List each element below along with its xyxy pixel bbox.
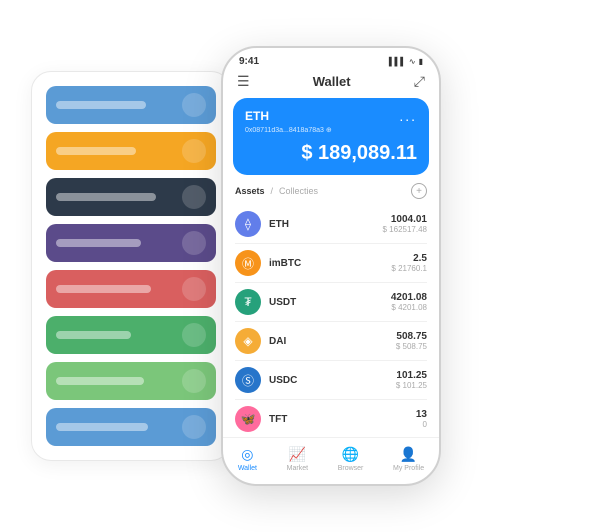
app-header: ☰ Wallet ⤢ <box>223 69 439 98</box>
assets-header: Assets / Collecties + <box>223 183 439 205</box>
card-item-icon <box>182 369 206 393</box>
nav-my-profile-icon: 👤 <box>400 446 417 463</box>
asset-icon: Ⓜ <box>235 250 261 276</box>
asset-list-item[interactable]: Ⓢ USDC101.25$ 101.25 <box>235 361 427 400</box>
asset-amounts: 101.25$ 101.25 <box>396 370 427 390</box>
assets-tabs: Assets / Collecties <box>235 186 318 196</box>
card-item-icon <box>182 323 206 347</box>
asset-amount-main: 2.5 <box>391 253 427 264</box>
asset-amounts: 4201.08$ 4201.08 <box>391 292 427 312</box>
wifi-icon: ∿ <box>409 57 416 66</box>
asset-amount-usd: $ 508.75 <box>396 342 427 351</box>
card-item <box>46 270 216 308</box>
eth-card-title: ETH <box>245 109 269 123</box>
asset-amount-usd: 0 <box>416 420 427 429</box>
asset-name: DAI <box>269 336 396 347</box>
asset-amount-main: 101.25 <box>396 370 427 381</box>
asset-name: TFT <box>269 414 416 425</box>
asset-amount-main: 508.75 <box>396 331 427 342</box>
card-item-text <box>56 193 156 201</box>
eth-card-more[interactable]: ... <box>399 108 417 124</box>
signal-icon: ▌▌▌ <box>389 57 406 66</box>
asset-name: USDC <box>269 375 396 386</box>
card-stack <box>31 71 231 461</box>
expand-icon[interactable]: ⤢ <box>414 73 425 90</box>
card-item-icon <box>182 277 206 301</box>
nav-item-wallet[interactable]: ◎ Wallet <box>238 446 257 472</box>
asset-icon: ◈ <box>235 328 261 354</box>
card-item <box>46 132 216 170</box>
bottom-nav: ◎ Wallet 📈 Market 🌐 Browser 👤 My Profile <box>223 437 439 484</box>
asset-name: ETH <box>269 219 383 230</box>
nav-market-icon: 📈 <box>289 446 306 463</box>
card-item-icon <box>182 93 206 117</box>
card-item <box>46 408 216 446</box>
nav-browser-icon: 🌐 <box>342 446 359 463</box>
asset-amounts: 130 <box>416 409 427 429</box>
asset-list-item[interactable]: ◈ DAI508.75$ 508.75 <box>235 322 427 361</box>
asset-list-item[interactable]: 🦋 TFT130 <box>235 400 427 437</box>
nav-market-label: Market <box>287 465 308 472</box>
card-item-icon <box>182 231 206 255</box>
eth-balance: $ 189,089.11 <box>245 142 417 165</box>
asset-amount-usd: $ 162517.48 <box>383 225 428 234</box>
nav-wallet-icon: ◎ <box>241 446 253 463</box>
tab-divider: / <box>271 186 274 196</box>
status-icons: ▌▌▌ ∿ ▮ <box>389 57 423 66</box>
asset-icon: ⟠ <box>235 211 261 237</box>
asset-amount-usd: $ 21760.1 <box>391 264 427 273</box>
card-item-icon <box>182 185 206 209</box>
asset-list-item[interactable]: ₮ USDT4201.08$ 4201.08 <box>235 283 427 322</box>
nav-wallet-label: Wallet <box>238 465 257 472</box>
battery-icon: ▮ <box>419 57 423 66</box>
menu-icon[interactable]: ☰ <box>237 73 250 90</box>
add-asset-button[interactable]: + <box>411 183 427 199</box>
asset-icon: Ⓢ <box>235 367 261 393</box>
eth-address: 0x08711d3a...8418a78a3 ⊕ <box>245 126 417 134</box>
asset-list-item[interactable]: ⟠ ETH1004.01$ 162517.48 <box>235 205 427 244</box>
asset-icon: ₮ <box>235 289 261 315</box>
nav-item-browser[interactable]: 🌐 Browser <box>338 446 364 472</box>
card-item-icon <box>182 415 206 439</box>
card-item-text <box>56 147 136 155</box>
card-item-text <box>56 101 146 109</box>
asset-icon: 🦋 <box>235 406 261 432</box>
asset-amounts: 2.5$ 21760.1 <box>391 253 427 273</box>
card-item-text <box>56 285 151 293</box>
nav-item-market[interactable]: 📈 Market <box>287 446 308 472</box>
asset-amounts: 508.75$ 508.75 <box>396 331 427 351</box>
asset-list-item[interactable]: ⓂimBTC2.5$ 21760.1 <box>235 244 427 283</box>
asset-name: imBTC <box>269 258 391 269</box>
card-item-icon <box>182 139 206 163</box>
asset-amount-main: 13 <box>416 409 427 420</box>
status-bar: 9:41 ▌▌▌ ∿ ▮ <box>223 48 439 69</box>
asset-amount-usd: $ 4201.08 <box>391 303 427 312</box>
card-item-text <box>56 377 144 385</box>
asset-amount-main: 4201.08 <box>391 292 427 303</box>
card-item-text <box>56 423 148 431</box>
card-item <box>46 86 216 124</box>
asset-amount-usd: $ 101.25 <box>396 381 427 390</box>
nav-browser-label: Browser <box>338 465 364 472</box>
card-item <box>46 224 216 262</box>
card-item <box>46 316 216 354</box>
card-item <box>46 178 216 216</box>
card-item-text <box>56 331 131 339</box>
asset-amount-main: 1004.01 <box>383 214 428 225</box>
asset-list: ⟠ ETH1004.01$ 162517.48 ⓂimBTC2.5$ 21760.1… <box>223 205 439 437</box>
eth-card[interactable]: ETH ... 0x08711d3a...8418a78a3 ⊕ $ 189,0… <box>233 98 429 175</box>
nav-item-my-profile[interactable]: 👤 My Profile <box>393 446 424 472</box>
scene: 9:41 ▌▌▌ ∿ ▮ ☰ Wallet ⤢ ETH ... 0x0871 <box>11 11 591 521</box>
phone-mockup: 9:41 ▌▌▌ ∿ ▮ ☰ Wallet ⤢ ETH ... 0x0871 <box>221 46 441 486</box>
tab-collecties[interactable]: Collecties <box>279 186 318 196</box>
page-title: Wallet <box>313 74 351 89</box>
status-time: 9:41 <box>239 56 259 67</box>
tab-assets[interactable]: Assets <box>235 186 265 196</box>
asset-name: USDT <box>269 297 391 308</box>
asset-amounts: 1004.01$ 162517.48 <box>383 214 428 234</box>
card-item <box>46 362 216 400</box>
nav-my-profile-label: My Profile <box>393 465 424 472</box>
card-item-text <box>56 239 141 247</box>
